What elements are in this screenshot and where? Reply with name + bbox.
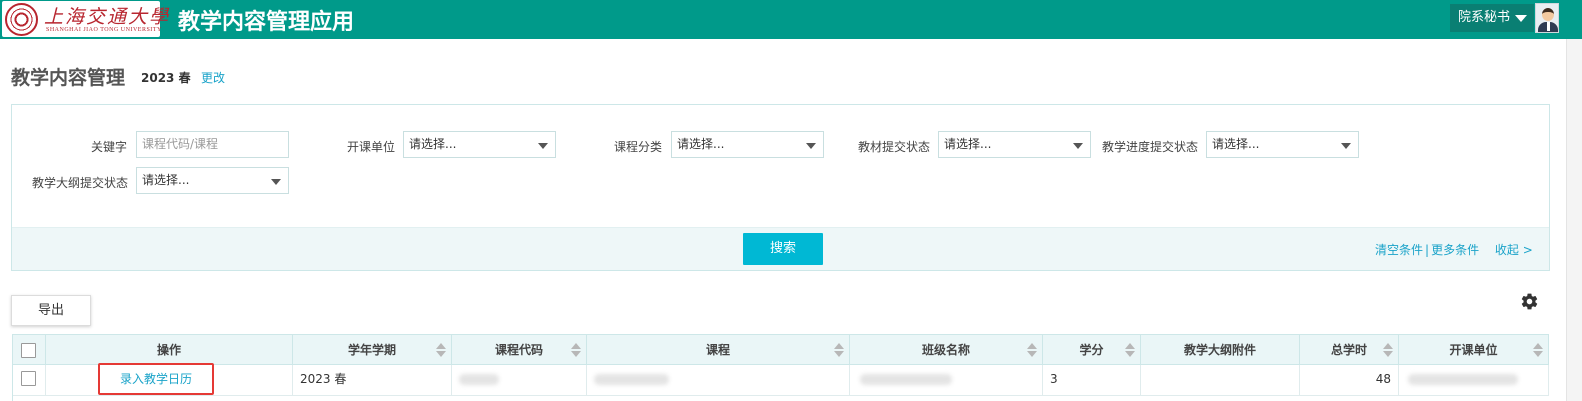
current-term: 2023 春	[141, 71, 191, 85]
redacted-value	[594, 374, 669, 385]
syllabus-status-select-value: 请选择...	[142, 173, 190, 187]
data-table: 操作 学年学期 课程代码 课程 班级名称 学分 教学大纲附件 总学时 开课单位 …	[12, 334, 1549, 401]
redacted-value	[459, 374, 499, 385]
row-total-hours-cell: 48	[1300, 365, 1399, 396]
department-select-value: 请选择...	[409, 137, 457, 151]
chevron-down-icon	[1073, 143, 1083, 149]
export-button[interactable]: 导出	[11, 295, 91, 326]
redacted-value	[860, 374, 952, 385]
avatar-head-icon	[1542, 8, 1554, 21]
row-credits-cell: 3	[1043, 365, 1141, 396]
col-header-course-label: 课程	[705, 343, 730, 357]
avatar-tie-icon	[1547, 22, 1550, 31]
row-term-cell: 2023 春	[293, 365, 452, 396]
col-header-syllabus-attachment: 教学大纲附件	[1141, 335, 1300, 365]
category-label: 课程分类	[614, 140, 663, 154]
chevron-down-icon	[538, 143, 548, 149]
row-select-cell	[13, 365, 46, 396]
category-select-value: 请选择...	[677, 137, 725, 151]
progress-status-label: 教学进度提交状态	[1102, 140, 1199, 154]
user-role-label: 院系秘书	[1458, 10, 1511, 25]
redacted-value	[1408, 374, 1518, 385]
textbook-status-label: 教材提交状态	[858, 140, 931, 154]
sort-icon[interactable]	[571, 343, 581, 358]
enter-teaching-calendar-link[interactable]: 录入教学日历	[98, 363, 214, 395]
sort-icon[interactable]	[436, 343, 446, 358]
search-button[interactable]: 搜索	[743, 233, 823, 265]
seal-icon	[5, 3, 38, 36]
select-all-header	[13, 335, 46, 365]
more-conditions-link[interactable]: 更多条件	[1431, 243, 1479, 257]
logo-chinese-text: 上海交通大學	[44, 6, 171, 28]
col-header-credits[interactable]: 学分	[1043, 335, 1141, 365]
row-class-name-cell	[850, 365, 1043, 396]
sort-icon[interactable]	[1533, 343, 1543, 358]
collapse-link[interactable]: 收起 >	[1495, 243, 1533, 257]
col-header-course[interactable]: 课程	[587, 335, 850, 365]
logo-english-text: SHANGHAI JIAO TONG UNIVERSITY	[46, 27, 162, 33]
user-role-dropdown[interactable]: 院系秘书	[1450, 4, 1534, 32]
progress-status-select-value: 请选择...	[1212, 137, 1260, 151]
select-all-checkbox[interactable]	[21, 343, 36, 358]
app-title: 教学内容管理应用	[178, 10, 355, 35]
change-term-link[interactable]: 更改	[201, 69, 225, 86]
avatar[interactable]	[1535, 3, 1559, 33]
top-header-bar: 上海交通大學 SHANGHAI JIAO TONG UNIVERSITY 教学内…	[0, 0, 1582, 39]
clear-conditions-link[interactable]: 清空条件	[1375, 243, 1423, 257]
university-logo: 上海交通大學 SHANGHAI JIAO TONG UNIVERSITY	[2, 1, 168, 37]
vertical-scrollbar[interactable]	[1566, 39, 1582, 401]
textbook-status-select-value: 请选择...	[944, 137, 992, 151]
chevron-down-icon	[806, 143, 816, 149]
department-label: 开课单位	[347, 140, 396, 154]
col-header-course-code[interactable]: 课程代码	[452, 335, 587, 365]
col-header-course-code-label: 课程代码	[494, 343, 543, 357]
col-header-credits-label: 学分	[1079, 343, 1104, 357]
col-header-department[interactable]: 开课单位	[1399, 335, 1549, 365]
filter-panel: 关键字 课程代码/课程 开课单位 请选择... 课程分类 请选择... 教材提交…	[11, 104, 1550, 271]
caret-down-icon	[1515, 15, 1527, 22]
chevron-down-icon	[1341, 143, 1351, 149]
sort-icon[interactable]	[1125, 343, 1135, 358]
link-separator: |	[1425, 243, 1430, 257]
row-checkbox[interactable]	[21, 371, 36, 386]
page-title: 教学内容管理	[11, 67, 126, 89]
col-header-term-label: 学年学期	[347, 343, 396, 357]
sort-icon[interactable]	[1383, 343, 1393, 358]
gear-icon[interactable]	[1520, 292, 1539, 311]
col-header-total-hours-label: 总学时	[1330, 343, 1367, 357]
department-select[interactable]: 请选择...	[403, 131, 556, 158]
sort-icon[interactable]	[834, 343, 844, 358]
category-select[interactable]: 请选择...	[671, 131, 824, 158]
progress-status-select[interactable]: 请选择...	[1206, 131, 1359, 158]
textbook-status-select[interactable]: 请选择...	[938, 131, 1091, 158]
keyword-label: 关键字	[91, 140, 128, 154]
col-header-term[interactable]: 学年学期	[293, 335, 452, 365]
row-department-cell	[1399, 365, 1549, 396]
row-course-cell	[587, 365, 850, 396]
chevron-down-icon	[271, 179, 281, 185]
syllabus-status-select[interactable]: 请选择...	[136, 167, 289, 194]
sort-icon[interactable]	[1027, 343, 1037, 358]
row-syllabus-attachment-cell	[1141, 365, 1300, 396]
keyword-input[interactable]: 课程代码/课程	[136, 131, 289, 158]
col-header-total-hours[interactable]: 总学时	[1300, 335, 1399, 365]
col-header-class-name[interactable]: 班级名称	[850, 335, 1043, 365]
col-header-department-label: 开课单位	[1449, 343, 1498, 357]
syllabus-status-label: 教学大纲提交状态	[32, 176, 129, 190]
col-header-action: 操作	[46, 335, 293, 365]
row-course-code-cell	[452, 365, 587, 396]
col-header-class-name-label: 班级名称	[921, 343, 970, 357]
filter-footer-links: 清空条件 | 更多条件 收起 >	[1375, 241, 1533, 258]
